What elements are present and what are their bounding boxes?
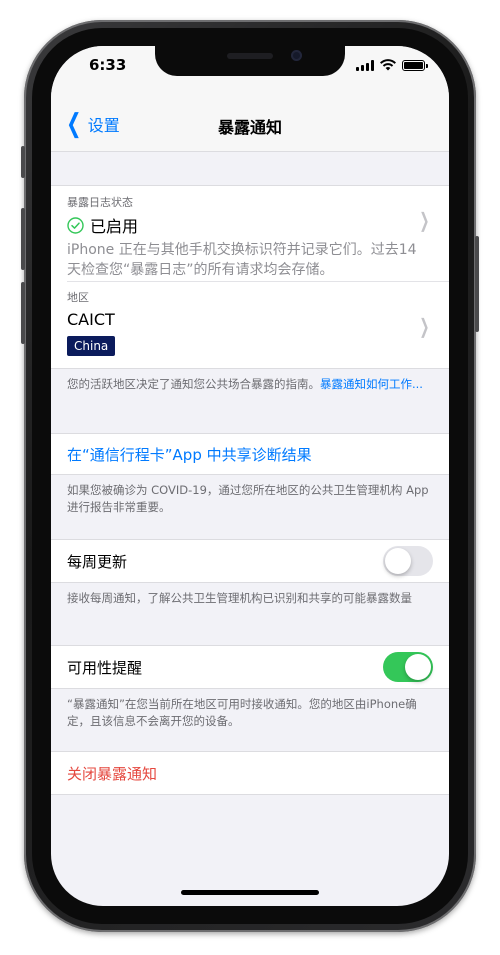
chevron-right-icon: ❯ (419, 314, 430, 338)
page-title: 暴露通知 (217, 118, 282, 137)
availability-group: 可用性提醒 (51, 645, 449, 689)
power-button (475, 236, 479, 332)
settings-content: 暴露日志状态 已启用 iPhone 正在与其他手机交换标识符并记录它们。过去14… (51, 152, 449, 795)
exposure-log-status-label: 暴露日志状态 (67, 196, 133, 209)
weekly-footer: 接收每周通知，了解公共卫生管理机构已识别和共享的可能暴露数量 (67, 591, 412, 605)
chevron-right-icon: ❯ (419, 208, 430, 232)
navigation-bar: ❮ 设置 暴露通知 (51, 90, 449, 152)
cellular-signal-icon (356, 59, 374, 71)
share-group: 在“通信行程卡”App 中共享诊断结果 (51, 433, 449, 475)
weekly-group: 每周更新 (51, 539, 449, 583)
share-diagnosis-cell[interactable]: 在“通信行程卡”App 中共享诊断结果 (51, 434, 449, 474)
checkmark-circle-icon (67, 216, 84, 234)
region-cell[interactable]: 地区 CAICT China ❯ (51, 281, 449, 368)
notch (155, 46, 345, 76)
region-section-label: 地区 (67, 291, 89, 304)
exposure-status-value: 已启用 (90, 217, 139, 236)
exposure-logging-cell[interactable]: 暴露日志状态 已启用 iPhone 正在与其他手机交换标识符并记录它们。过去14… (51, 186, 449, 281)
turn-off-group: 关闭暴露通知 (51, 751, 449, 795)
home-indicator[interactable] (181, 890, 319, 895)
earpiece-speaker (227, 53, 273, 59)
wifi-icon (380, 59, 396, 71)
availability-alerts-cell: 可用性提醒 (51, 646, 449, 688)
availability-alerts-toggle[interactable] (383, 652, 433, 682)
share-footer: 如果您被确诊为 COVID-19，通过您所在地区的公共卫生管理机构 App 进行… (67, 483, 429, 514)
status-icons (356, 59, 428, 71)
iphone-frame: 6:33 ❮ 设置 暴露通知 暴露日志状态 已启用 iPhone 正在与其他手机… (21, 20, 479, 932)
availability-alerts-label: 可用性提醒 (67, 658, 143, 677)
volume-down-button (21, 282, 25, 344)
status-time: 6:33 (89, 56, 127, 74)
share-diagnosis-link[interactable]: 在“通信行程卡”App 中共享诊断结果 (67, 444, 312, 465)
region-badge: China (67, 336, 116, 356)
weekly-updates-label: 每周更新 (67, 552, 128, 571)
region-footer: 您的活跃地区决定了通知您公共场合暴露的指南。暴露通知如何工作... (51, 369, 449, 433)
weekly-updates-toggle[interactable] (383, 546, 433, 576)
mute-switch (21, 146, 25, 178)
how-it-works-link[interactable]: 暴露通知如何工作... (320, 377, 423, 391)
screen: 6:33 ❮ 设置 暴露通知 暴露日志状态 已启用 iPhone 正在与其他手机… (51, 46, 449, 906)
turn-off-exposure-button[interactable]: 关闭暴露通知 (67, 763, 157, 784)
volume-up-button (21, 208, 25, 270)
turn-off-cell[interactable]: 关闭暴露通知 (51, 752, 449, 794)
front-camera (291, 50, 302, 61)
region-footer-text: 您的活跃地区决定了通知您公共场合暴露的指南。 (67, 377, 320, 391)
exposure-group: 暴露日志状态 已启用 iPhone 正在与其他手机交换标识符并记录它们。过去14… (51, 185, 449, 369)
availability-footer: “暴露通知”在您当前所在地区可用时接收通知。您的地区由iPhone确定，且该信息… (67, 697, 417, 728)
battery-icon (402, 59, 428, 71)
weekly-updates-cell: 每周更新 (51, 540, 449, 582)
region-name: CAICT (67, 310, 115, 329)
exposure-description: iPhone 正在与其他手机交换标识符并记录它们。过去14天检查您“暴露日志”的… (67, 242, 417, 278)
